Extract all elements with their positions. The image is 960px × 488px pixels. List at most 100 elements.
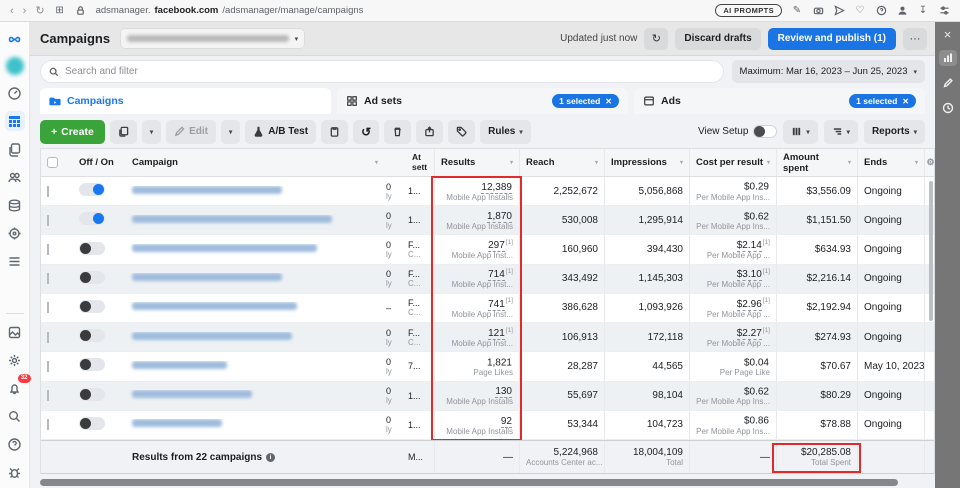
campaign-toggle[interactable] (79, 242, 105, 255)
header-results[interactable]: Results▾ (434, 149, 519, 176)
edit-button[interactable]: Edit (166, 120, 216, 144)
heart-icon[interactable]: ♡ (854, 5, 866, 17)
billing-icon[interactable] (5, 195, 25, 215)
refresh-button[interactable]: ↻ (644, 28, 668, 50)
header-amount-spent[interactable]: Amount spent▾ (776, 149, 857, 176)
help-icon[interactable] (5, 434, 25, 454)
row-checkbox[interactable] (47, 244, 49, 255)
info-icon[interactable]: i (266, 453, 275, 462)
browser-reload-icon[interactable]: ↻ (35, 4, 44, 17)
reports-button[interactable]: Reports ▾ (864, 120, 925, 144)
all-tools-icon[interactable] (5, 251, 25, 271)
header-cost-per-result[interactable]: Cost per result▾ (689, 149, 776, 176)
tab-campaigns[interactable]: Campaigns (40, 88, 331, 114)
account-selector[interactable]: ▾ (120, 28, 305, 49)
campaign-toggle[interactable] (79, 271, 105, 284)
table-row[interactable]: 0ly F...C... 297[1]Mobile App Inst... 16… (41, 235, 934, 264)
table-row[interactable]: 0ly F...C... 121[1]Mobile App Inst... 10… (41, 323, 934, 352)
tab-ad-sets[interactable]: Ad sets 1 selected ✕ (337, 88, 628, 114)
table-row[interactable]: – F...C... 741[1]Mobile App Inst... 386,… (41, 294, 934, 323)
campaign-name-blurred[interactable] (132, 273, 282, 281)
settings-gear-icon[interactable] (5, 350, 25, 370)
row-checkbox[interactable] (47, 332, 49, 343)
clear-selection-icon[interactable]: ✕ (902, 97, 909, 106)
cpr-value[interactable]: $0.29 (744, 182, 769, 193)
download-icon[interactable]: ↧ (917, 5, 929, 17)
tab-ads[interactable]: Ads 1 selected ✕ (634, 88, 925, 114)
row-checkbox[interactable] (47, 273, 49, 284)
adsets-selected-pill[interactable]: 1 selected ✕ (552, 94, 619, 108)
select-all-checkbox[interactable] (47, 157, 58, 168)
review-publish-button[interactable]: Review and publish (1) (768, 28, 896, 50)
pages-icon[interactable] (5, 139, 25, 159)
search-nav-icon[interactable] (5, 406, 25, 426)
campaign-toggle[interactable] (79, 417, 105, 430)
campaign-toggle[interactable] (79, 212, 105, 225)
clear-selection-icon[interactable]: ✕ (605, 97, 612, 106)
row-checkbox[interactable] (47, 186, 49, 197)
header-attribution[interactable]: Atsett (406, 153, 434, 172)
columns-button[interactable]: ▾ (783, 120, 817, 144)
compose-icon[interactable]: ✎ (791, 5, 803, 17)
account-avatar[interactable] (6, 57, 24, 75)
table-row[interactable]: 0ly F...C... 714[1]Mobile App Inst... 34… (41, 265, 934, 294)
cpr-value[interactable]: $0.86 (744, 416, 769, 427)
campaign-name-blurred[interactable] (132, 302, 297, 310)
notifications-bell-icon[interactable]: 32 (5, 378, 25, 398)
tag-button[interactable] (448, 120, 475, 144)
settings-sliders-icon[interactable] (938, 5, 950, 17)
meta-logo[interactable] (5, 29, 25, 49)
date-range-selector[interactable]: Maximum: Mar 16, 2023 – Jun 25, 2023 ▾ (732, 60, 925, 83)
row-checkbox[interactable] (47, 390, 49, 401)
table-row[interactable]: 0ly 7... 1,821Page Likes 28,287 44,565 $… (41, 352, 934, 381)
media-library-icon[interactable] (5, 322, 25, 342)
events-manager-icon[interactable] (5, 223, 25, 243)
campaign-toggle[interactable] (79, 388, 105, 401)
cpr-value[interactable]: $0.04 (744, 357, 769, 368)
delete-button[interactable] (384, 120, 411, 144)
campaign-name-blurred[interactable] (132, 332, 292, 340)
export-button[interactable] (416, 120, 443, 144)
profile-icon[interactable] (896, 5, 908, 17)
discard-drafts-button[interactable]: Discard drafts (675, 28, 760, 50)
campaign-name-blurred[interactable] (132, 361, 227, 369)
duplicate-caret-button[interactable]: ▾ (142, 120, 161, 144)
more-options-button[interactable]: ··· (903, 28, 927, 50)
campaigns-nav-icon[interactable] (5, 111, 25, 131)
ab-test-button[interactable]: A/B Test (245, 120, 316, 144)
row-checkbox[interactable] (47, 361, 49, 372)
share-icon[interactable] (833, 5, 845, 17)
row-checkbox[interactable] (47, 302, 49, 313)
header-reach[interactable]: Reach▾ (519, 149, 604, 176)
create-button[interactable]: + Create (40, 120, 105, 144)
account-overview-icon[interactable] (5, 83, 25, 103)
charts-panel-icon[interactable] (939, 50, 957, 66)
ai-prompts-badge[interactable]: AI PROMPTS (715, 4, 782, 17)
duplicate-button[interactable] (110, 120, 137, 144)
address-bar[interactable]: adsmanager.facebook.com/adsmanager/manag… (96, 5, 707, 16)
browser-back-icon[interactable]: ‹ (10, 5, 14, 17)
horizontal-scrollbar-thumb[interactable] (40, 479, 898, 486)
ads-selected-pill[interactable]: 1 selected ✕ (849, 94, 916, 108)
cpr-value[interactable]: $0.62 (744, 386, 769, 397)
header-campaign[interactable]: Campaign▾ (126, 157, 384, 168)
rules-button[interactable]: Rules ▾ (480, 120, 531, 144)
search-input[interactable] (65, 66, 715, 77)
help-circle-icon[interactable] (875, 5, 887, 17)
header-ends[interactable]: Ends▾ (857, 149, 924, 176)
view-setup-toggle[interactable] (753, 125, 777, 138)
vertical-scrollbar[interactable] (929, 181, 933, 321)
results-value[interactable]: 1,821 (487, 357, 512, 368)
campaign-name-blurred[interactable] (132, 419, 222, 427)
campaign-name-blurred[interactable] (132, 390, 252, 398)
cpr-value[interactable]: $0.62 (744, 211, 769, 222)
table-row[interactable]: 0ly 1... 92Mobile App Installs 53,344 10… (41, 411, 934, 440)
clipboard-button[interactable] (321, 120, 348, 144)
table-row[interactable]: 0ly 1... 1,870Mobile App Installs 530,00… (41, 206, 934, 235)
browser-forward-icon[interactable]: › (23, 5, 27, 17)
campaign-toggle[interactable] (79, 358, 105, 371)
header-impressions[interactable]: Impressions▾ (604, 149, 689, 176)
close-icon[interactable]: × (944, 28, 952, 41)
tab-groups-icon[interactable]: ⊞ (54, 5, 66, 17)
camera-icon[interactable] (812, 5, 824, 17)
